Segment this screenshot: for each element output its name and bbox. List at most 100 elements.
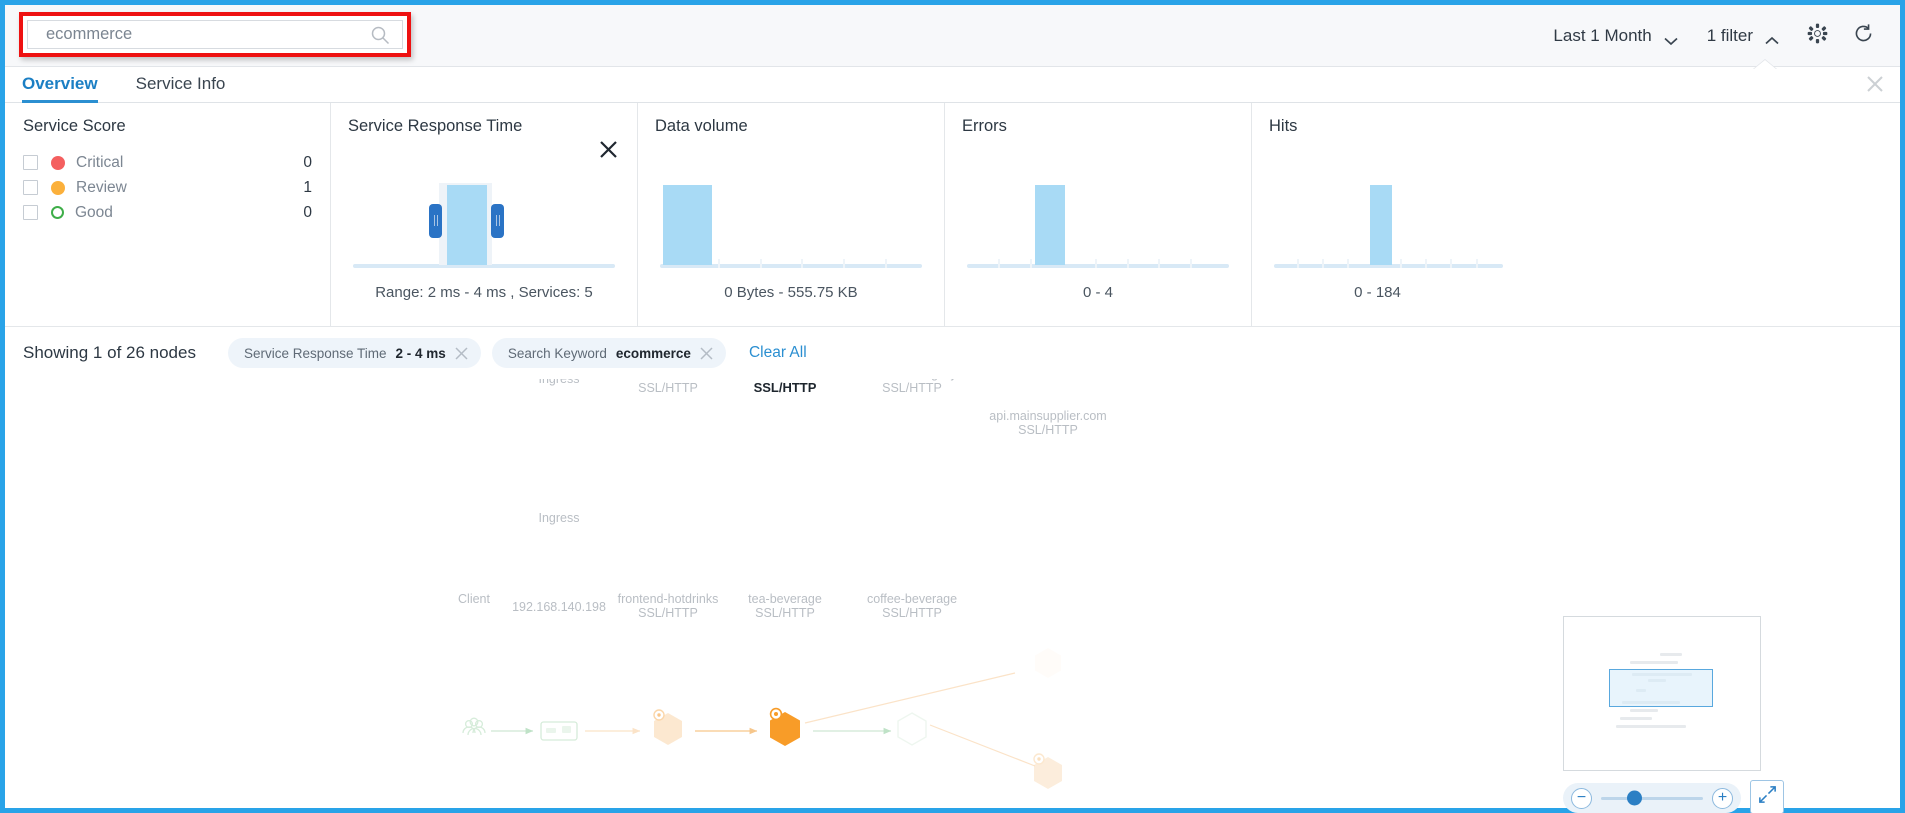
score-label-good: Good (75, 203, 113, 221)
node-label-ecommerce-service[interactable]: Ecommerce-Service SSL/HTTP (723, 379, 847, 395)
node-label-host-192-168-140-198[interactable]: 192.168.140.198 (512, 600, 606, 614)
close-panel-button[interactable] (1864, 73, 1886, 95)
refresh-button[interactable] (1840, 5, 1886, 67)
zoom-slider-thumb[interactable] (1627, 790, 1642, 806)
filter-chip-key: Search Keyword (507, 345, 607, 361)
score-label-review: Review (76, 178, 127, 196)
node-label-ingress-middle[interactable]: Ingress (539, 511, 580, 525)
score-value-good: 0 (303, 203, 312, 221)
node-name: Ingress (538, 511, 580, 525)
range-handle-right[interactable] (490, 204, 504, 238)
histogram-bar (1370, 185, 1392, 265)
service-response-time-caption: Range: 2 ms - 4 ms , Services: 5 (375, 284, 593, 301)
score-row-review[interactable]: Review 1 (5, 175, 330, 200)
filter-popover-caret (1754, 60, 1776, 69)
node-label-order-processing-system[interactable]: Order-Processing-System SSL/HTTP (840, 379, 984, 395)
node-name: Ingress (538, 379, 580, 386)
node-protocol: SSL/HTTP (638, 606, 698, 620)
node-name: Client (458, 379, 490, 380)
service-score-title: Service Score (23, 117, 126, 135)
data-volume-title: Data volume (655, 117, 748, 135)
refresh-icon (1853, 23, 1874, 49)
tab-overview-label: Overview (22, 74, 98, 93)
node-label-frontend-hotdrinks[interactable]: frontend-hotdrinks SSL/HTTP (618, 592, 719, 620)
time-range-label: Last 1 Month (1553, 26, 1652, 45)
service-response-time-title: Service Response Time (348, 117, 523, 135)
panel-service-score: Service Score Critical 0 Review 1 Good 0 (5, 103, 330, 326)
search-box[interactable] (27, 20, 403, 49)
checkbox-review[interactable] (23, 180, 38, 195)
node-label-ingress-top[interactable]: Ingress (539, 379, 580, 386)
node-protocol: SSL/HTTP (638, 381, 698, 395)
node-protocol: SSL/HTTP (1018, 423, 1078, 437)
time-range-selector[interactable]: Last 1 Month (1539, 5, 1692, 67)
panel-service-response-time: Service Response Time Range: 2 ms - 4 ms… (330, 103, 637, 326)
panel-data-volume: Data volume 0 Bytes - 555.75 KB (637, 103, 944, 326)
checkbox-good[interactable] (23, 205, 38, 220)
close-icon[interactable] (700, 346, 713, 360)
histogram-bar (447, 185, 487, 265)
chevron-up-icon (1764, 31, 1780, 45)
tab-service-info[interactable]: Service Info (136, 74, 226, 102)
errors-caption: 0 - 4 (1082, 284, 1113, 301)
status-dot-review (51, 180, 65, 195)
search-icon[interactable] (370, 25, 390, 45)
filter-selector[interactable]: 1 filter (1693, 5, 1794, 67)
score-row-good[interactable]: Good 0 (5, 200, 330, 225)
settings-button[interactable] (1794, 5, 1840, 67)
top-right-controls: Last 1 Month 1 filter (1539, 5, 1886, 67)
node-protocol: SSL/HTTP (755, 606, 815, 620)
score-value-review: 1 (303, 178, 312, 196)
status-dot-good (51, 206, 64, 219)
panel-errors: Errors 0 - 4 (944, 103, 1251, 326)
node-name: tea-beverage (748, 592, 822, 606)
service-score-list: Critical 0 Review 1 Good 0 (5, 150, 330, 225)
errors-title: Errors (962, 117, 1007, 135)
zoom-slider-track[interactable] (1601, 790, 1703, 806)
zoom-control[interactable]: − + (1563, 783, 1741, 813)
node-label-web-tier-services[interactable]: Web-Tier-Services SSL/HTTP (617, 379, 720, 395)
node-label-coffee-beverage[interactable]: coffee-beverage SSL/HTTP (867, 592, 957, 620)
showing-count-label: Showing 1 of 26 nodes (23, 343, 196, 362)
node-name: api.mainsupplier.com (989, 409, 1107, 423)
fit-to-screen-button[interactable] (1750, 780, 1784, 813)
zoom-in-button[interactable]: + (1712, 787, 1733, 809)
data-volume-caption: 0 Bytes - 555.75 KB (724, 284, 858, 301)
errors-histogram[interactable] (967, 156, 1229, 268)
node-name: frontend-hotdrinks (617, 592, 719, 606)
minimap[interactable] (1563, 616, 1761, 771)
score-value-critical: 0 (303, 153, 312, 171)
tab-overview[interactable]: Overview (22, 74, 98, 103)
zoom-out-button[interactable]: − (1571, 787, 1592, 809)
metrics-row: Service Score Critical 0 Review 1 Good 0… (5, 103, 1900, 327)
filter-chip-service-response-time[interactable]: Service Response Time 2 - 4 ms (227, 338, 481, 368)
fit-to-screen-icon (1757, 784, 1778, 810)
node-ecommerce-service (769, 707, 800, 746)
node-label-api-mainsupplier-com[interactable]: api.mainsupplier.com SSL/HTTP (989, 409, 1106, 437)
active-filters-bar: Showing 1 of 26 nodes Service Response T… (5, 327, 1900, 379)
hits-histogram[interactable] (1274, 156, 1503, 268)
histogram-bar (662, 185, 713, 265)
range-handle-left[interactable] (428, 204, 442, 238)
tab-service-info-label: Service Info (135, 74, 226, 93)
search-input[interactable] (46, 25, 370, 44)
filter-label: 1 filter (1706, 26, 1753, 45)
minimap-viewport[interactable] (1609, 669, 1713, 707)
filter-chip-search-keyword[interactable]: Search Keyword ecommerce (491, 338, 726, 368)
node-label-client-bottom[interactable]: Client (458, 592, 490, 606)
hits-title: Hits (1269, 117, 1298, 135)
filter-chip-value: 2 - 4 ms (395, 345, 446, 361)
close-icon[interactable] (455, 346, 468, 360)
checkbox-critical[interactable] (23, 155, 38, 170)
data-volume-histogram[interactable] (660, 156, 922, 268)
node-api-mainsupplier-com (1033, 753, 1062, 789)
hits-caption: 0 - 184 (1354, 284, 1401, 301)
node-label-tea-beverage[interactable]: tea-beverage SSL/HTTP (748, 592, 822, 620)
node-label-client-top[interactable]: Client (458, 379, 490, 380)
histogram-ticks (967, 259, 1229, 268)
score-row-critical[interactable]: Critical 0 (5, 150, 330, 175)
search-highlight-box (19, 12, 411, 57)
service-response-time-histogram[interactable] (353, 156, 615, 268)
clear-all-filters-button[interactable]: Clear All (749, 344, 807, 362)
node-web-tier-services (653, 709, 682, 745)
